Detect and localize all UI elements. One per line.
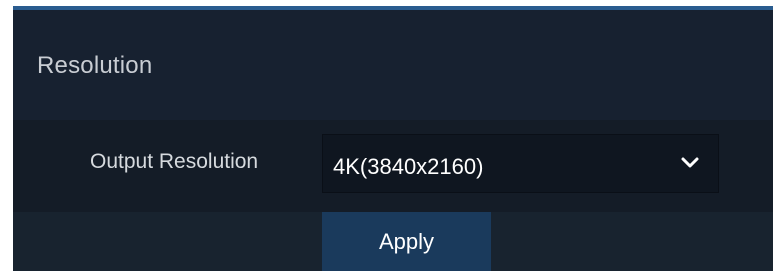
apply-button[interactable]: Apply xyxy=(322,212,491,271)
resolution-panel: Resolution Output Resolution 4K(3840x216… xyxy=(13,6,773,271)
section-title: Resolution xyxy=(37,52,153,79)
output-resolution-value: 4K(3840x2160) xyxy=(333,154,484,179)
panel-header: Resolution xyxy=(13,10,773,120)
output-resolution-select[interactable]: 4K(3840x2160) xyxy=(322,134,719,193)
output-resolution-label: Output Resolution xyxy=(90,150,259,173)
chevron-down-icon xyxy=(681,157,699,168)
